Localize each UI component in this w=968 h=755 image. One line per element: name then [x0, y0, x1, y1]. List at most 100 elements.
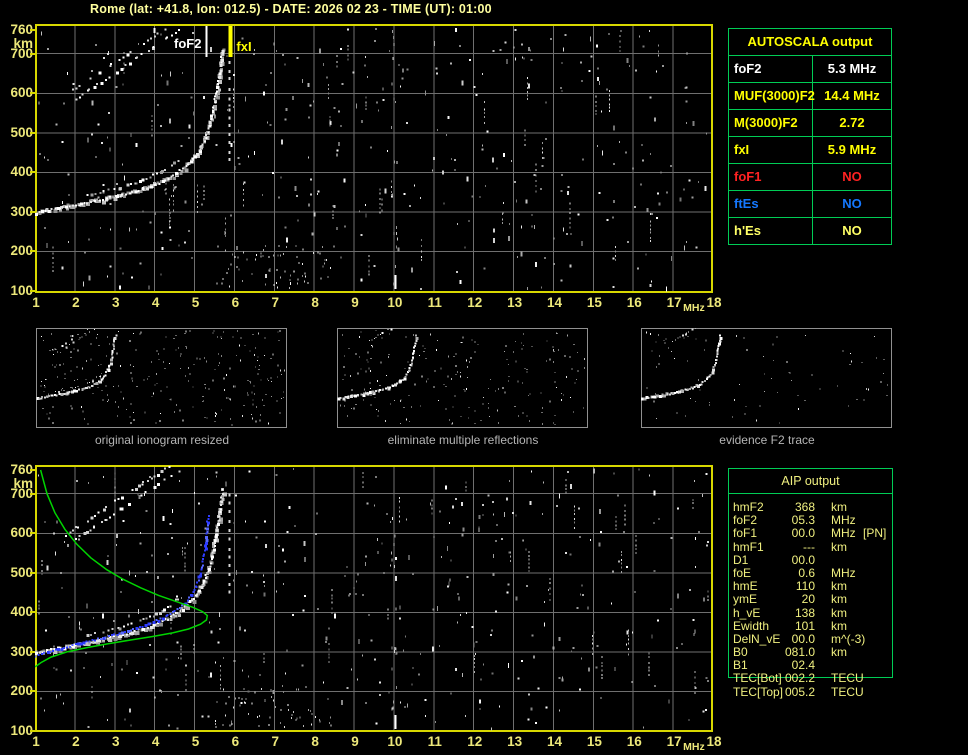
autoscala-row-foF2: foF2 5.3 MHz: [729, 56, 891, 83]
aip-row-label: TEC[Top]: [733, 684, 784, 699]
autoscala-app-screen: Rome (lat: +41.8, lon: 012.5) - DATE: 20…: [0, 0, 968, 755]
y-axis-tick-label: 400: [10, 604, 33, 620]
autoscala-row-MUF(3000)F2: MUF(3000)F2 14.4 MHz: [729, 83, 891, 110]
x-axis-tick-label: 1: [32, 295, 40, 310]
bottom-ionogram-plot: [35, 465, 713, 732]
aip-row-unit: km: [831, 592, 847, 607]
x-axis-tick-label: 11: [427, 734, 442, 749]
autoscala-row-label: M(3000)F2: [729, 110, 813, 136]
aip-row-unit: TECU: [831, 671, 864, 686]
autoscala-row-label: h'Es: [729, 218, 813, 244]
y-axis-tick-label: 200: [10, 683, 33, 699]
x-axis-tick-label: 5: [191, 734, 200, 749]
y-axis-tick-mark: [30, 250, 35, 253]
autoscala-row-h'Es: h'Es NO: [729, 218, 891, 244]
aip-row-D1: D1 00.0: [733, 553, 903, 567]
aip-row-hmE: hmE 110 km: [733, 579, 903, 593]
aip-row-TEC[Top]: TEC[Top] 005.2 TECU: [733, 684, 903, 699]
y-axis-unit-label: km: [13, 36, 33, 51]
processing-panel-f2trace-canvas: [640, 325, 892, 428]
aip-row-unit: km: [831, 539, 847, 554]
y-axis-tick-mark: [30, 650, 35, 653]
autoscala-row-ftEs: ftEs NO: [729, 191, 891, 218]
y-axis-tick-mark: [30, 131, 35, 134]
x-axis-tick-label: 14: [546, 295, 562, 310]
x-axis-tick-label: 3: [111, 734, 120, 749]
aip-row-label: TEC[Bot]: [733, 671, 782, 686]
x-axis-unit-label: MHz: [683, 741, 705, 753]
y-axis-tick-label: 600: [10, 85, 33, 101]
autoscala-row-value: 2.72: [839, 115, 865, 130]
aip-row-ymE: ymE 20 km: [733, 593, 903, 606]
y-axis-tick-mark: [30, 690, 35, 693]
aip-row-value: 101: [794, 618, 815, 633]
x-axis-tick-label: 8: [311, 734, 319, 749]
x-axis-tick-label: 13: [507, 734, 523, 749]
aip-table-header: AIP output: [729, 469, 892, 494]
y-axis-tick-label: 300: [10, 643, 33, 659]
aip-row-value: 00.0: [791, 526, 815, 541]
aip-row-h_vE: h_vE 138 km: [733, 605, 903, 620]
autoscala-row-value: 5.3 MHz: [827, 61, 877, 76]
x-axis-tick-label: 8: [311, 295, 319, 310]
aip-row-hmF1: hmF1 --- km: [733, 539, 903, 554]
aip-row-foF1: foF1 00.0 MHz [PN]: [733, 527, 903, 540]
aip-row-TEC[Bot]: TEC[Bot] 002.2 TECU: [733, 672, 903, 685]
y-axis-tick-label: 500: [10, 124, 33, 140]
aip-row-unit: TECU: [831, 684, 864, 699]
y-axis-tick-mark: [30, 171, 35, 174]
x-axis-tick-label: 5: [191, 295, 200, 310]
x-axis-tick-label: 1: [32, 734, 40, 749]
marker-label-fxI: fxI: [236, 39, 252, 54]
x-axis-tick-label: 15: [586, 295, 602, 310]
y-axis-tick-mark: [30, 492, 35, 495]
x-axis-tick-label: 7: [271, 734, 280, 749]
aip-row-unit: km: [831, 645, 847, 660]
y-axis-tick-mark: [30, 29, 35, 31]
x-axis-tick-label: 10: [387, 734, 403, 749]
marker-label-foF2: foF2: [174, 36, 202, 51]
y-axis-tick-label: 200: [10, 243, 33, 259]
y-axis-tick-label: 760: [10, 462, 33, 477]
y-axis-tick-mark: [30, 92, 35, 95]
processing-panel-original: [36, 328, 287, 428]
panel-caption-reflections: eliminate multiple reflections: [387, 433, 539, 447]
aip-row-unit: km: [831, 605, 847, 620]
x-axis-tick-label: 2: [72, 734, 80, 749]
autoscala-row-fxI: fxI 5.9 MHz: [729, 137, 891, 164]
autoscala-row-value: NO: [842, 169, 862, 184]
aip-row-label: ymE: [733, 592, 757, 607]
y-axis-tick-mark: [30, 52, 35, 55]
x-axis-tick-label: 4: [151, 734, 160, 749]
aip-row-value: ---: [803, 539, 815, 554]
x-axis-tick-label: 9: [351, 734, 359, 749]
autoscala-row-label: ftEs: [729, 191, 813, 217]
aip-row-B0: B0 081.0 km: [733, 645, 903, 660]
y-axis-tick-mark: [30, 210, 35, 213]
panel-caption-original: original ionogram resized: [94, 433, 230, 447]
aip-row-label: foF1: [733, 526, 758, 541]
panel-caption-f2trace: evidence F2 trace: [719, 433, 815, 447]
aip-row-value: 002.2: [784, 671, 815, 686]
top-ionogram-plot: [35, 24, 713, 293]
y-axis-tick-mark: [30, 290, 35, 292]
aip-row-label: Ewidth: [733, 618, 770, 633]
aip-row-foE: foE 0.6 MHz: [733, 566, 903, 580]
y-axis-tick-label: 600: [10, 525, 33, 541]
y-axis-tick-mark: [30, 611, 35, 614]
y-axis-tick-mark: [30, 469, 35, 471]
y-axis-tick-label: 760: [10, 22, 33, 37]
x-axis-tick-label: 2: [72, 295, 80, 310]
autoscala-row-label: foF2: [729, 56, 813, 82]
aip-row-DelN_vE: DelN_vE 00.0 m^(-3): [733, 632, 903, 646]
autoscala-row-M(3000)F2: M(3000)F2 2.72: [729, 110, 891, 137]
autoscala-row-label: fxI: [729, 137, 813, 163]
x-axis-tick-label: 16: [626, 734, 642, 749]
autoscala-table-rows: foF2 5.3 MHz MUF(3000)F2 14.4 MHz M(3000)F2 2…: [729, 56, 891, 244]
x-axis-tick-label: 7: [271, 295, 280, 310]
bottom-ionogram-canvas: [35, 465, 713, 732]
autoscala-table-header: AUTOSCALA output: [729, 29, 891, 56]
x-axis-tick-label: 3: [111, 295, 120, 310]
autoscala-row-value: 5.9 MHz: [827, 142, 877, 157]
processing-panel-reflections: [337, 328, 588, 428]
